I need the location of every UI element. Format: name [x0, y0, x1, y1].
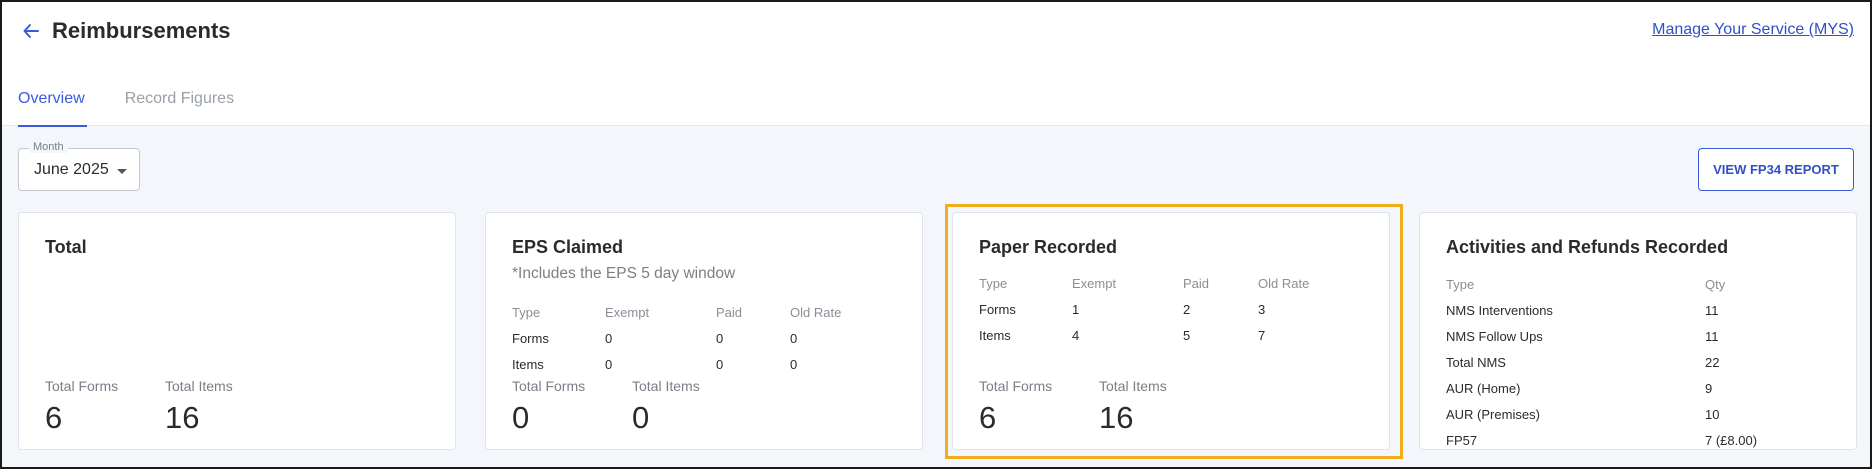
totals-row: Total Forms 6 Total Items 16 [45, 378, 285, 436]
page-title: Reimbursements [52, 18, 231, 43]
table-cell: Forms [979, 301, 1016, 317]
table-cell: 9 [1705, 380, 1713, 396]
totals-row: Total Forms 0 Total Items 0 [512, 378, 752, 436]
total-forms-label: Total Forms [512, 378, 586, 394]
table-cell: 0 [790, 356, 798, 372]
table-cell: 4 [1072, 327, 1080, 343]
column-header: Paid [1183, 275, 1210, 291]
table-row: AUR (Home) 9 [1446, 375, 1757, 401]
column-header: Qty [1705, 276, 1726, 292]
table-row: NMS Interventions 11 [1446, 297, 1757, 323]
eps-claimed-card: EPS Claimed *Includes the EPS 5 day wind… [485, 212, 923, 450]
column-header: Type [512, 304, 541, 320]
paper-recorded-card: Paper Recorded Type Exempt Paid Old Rate… [952, 212, 1390, 450]
table-cell: 2 [1183, 301, 1191, 317]
table-cell: 11 [1705, 328, 1719, 344]
card-title: Total [45, 237, 87, 257]
table-cell: Forms [512, 330, 549, 346]
arrow-left-icon [23, 24, 39, 38]
chevron-down-icon [117, 169, 127, 174]
table-cell: FP57 [1446, 432, 1478, 448]
table-row: Forms 1 2 3 [979, 296, 1338, 322]
month-select[interactable]: Month June 2025 [18, 141, 140, 191]
table-row: Total NMS 22 [1446, 349, 1757, 375]
table-cell: AUR (Premises) [1446, 406, 1540, 422]
total-items-label: Total Items [632, 378, 700, 394]
total-items-label: Total Items [1099, 378, 1167, 394]
activities-table: Type Qty NMS Interventions 11 NMS Follow… [1446, 271, 1757, 453]
card-title: Activities and Refunds Recorded [1446, 237, 1729, 257]
tab-record-figures[interactable]: Record Figures [125, 90, 234, 126]
table-row: AUR (Premises) 10 [1446, 401, 1757, 427]
manage-your-service-link[interactable]: Manage Your Service (MYS) [1652, 21, 1854, 39]
column-header: Type [1446, 276, 1475, 292]
table-row: Forms 0 0 0 [512, 325, 870, 351]
month-select-value: June 2025 [34, 161, 109, 178]
table-cell: 0 [605, 356, 613, 372]
table-cell: Items [979, 327, 1011, 343]
table-cell: AUR (Home) [1446, 380, 1521, 396]
card-title: Paper Recorded [979, 237, 1118, 257]
column-header: Exempt [605, 304, 650, 320]
paper-table: Type Exempt Paid Old Rate Forms 1 2 3 It… [979, 270, 1338, 348]
table-cell: NMS Follow Ups [1446, 328, 1543, 344]
page-header: Reimbursements Manage Your Service (MYS)… [2, 2, 1870, 127]
table-cell: Total NMS [1446, 354, 1506, 370]
total-forms-value: 0 [512, 400, 530, 435]
view-fp34-report-button[interactable]: VIEW FP34 REPORT [1698, 148, 1854, 191]
table-row: FP57 7 (£8.00) [1446, 427, 1757, 453]
total-items-value: 0 [632, 400, 650, 435]
column-header: Paid [716, 304, 743, 320]
tab-overview[interactable]: Overview [18, 90, 87, 127]
table-cell: 22 [1705, 354, 1720, 370]
column-header: Type [979, 275, 1008, 291]
total-forms-value: 6 [979, 400, 997, 435]
column-header: Old Rate [790, 304, 842, 320]
table-cell: Items [512, 356, 544, 372]
table-header-row: Type Qty [1446, 271, 1757, 297]
table-cell: 3 [1258, 301, 1266, 317]
total-forms-label: Total Forms [45, 378, 119, 394]
total-items-value: 16 [165, 400, 200, 435]
total-forms-label: Total Forms [979, 378, 1053, 394]
table-cell: 10 [1705, 406, 1720, 422]
month-select-label: Month [29, 141, 68, 153]
total-items-value: 16 [1099, 400, 1134, 435]
table-row: NMS Follow Ups 11 [1446, 323, 1757, 349]
table-header-row: Type Exempt Paid Old Rate [512, 299, 870, 325]
card-title: EPS Claimed [512, 237, 624, 257]
table-cell: 0 [716, 356, 724, 372]
table-cell: 0 [790, 330, 798, 346]
table-cell: NMS Interventions [1446, 302, 1553, 318]
tab-bar: Overview Record Figures [18, 90, 274, 127]
total-card: Total Total Forms 6 Total Items 16 [18, 212, 456, 450]
card-subtitle: *Includes the EPS 5 day window [512, 265, 736, 282]
eps-table: Type Exempt Paid Old Rate Forms 0 0 0 It… [512, 299, 870, 377]
app-window: Reimbursements Manage Your Service (MYS)… [0, 0, 1872, 469]
totals-row: Total Forms 6 Total Items 16 [979, 378, 1219, 436]
table-row: Items 0 0 0 [512, 351, 870, 377]
table-cell: 1 [1072, 301, 1080, 317]
table-cell: 0 [716, 330, 724, 346]
table-header-row: Type Exempt Paid Old Rate [979, 270, 1338, 296]
column-header: Exempt [1072, 275, 1117, 291]
table-cell: 7 [1258, 327, 1266, 343]
total-forms-value: 6 [45, 400, 63, 435]
table-cell: 0 [605, 330, 613, 346]
table-cell: 11 [1705, 302, 1719, 318]
table-row: Items 4 5 7 [979, 322, 1338, 348]
table-cell: 7 (£8.00) [1705, 432, 1758, 448]
column-header: Old Rate [1258, 275, 1310, 291]
table-cell: 5 [1183, 327, 1191, 343]
total-items-label: Total Items [165, 378, 233, 394]
activities-refunds-card: Activities and Refunds Recorded Type Qty… [1419, 212, 1857, 450]
back-button[interactable] [18, 18, 44, 44]
